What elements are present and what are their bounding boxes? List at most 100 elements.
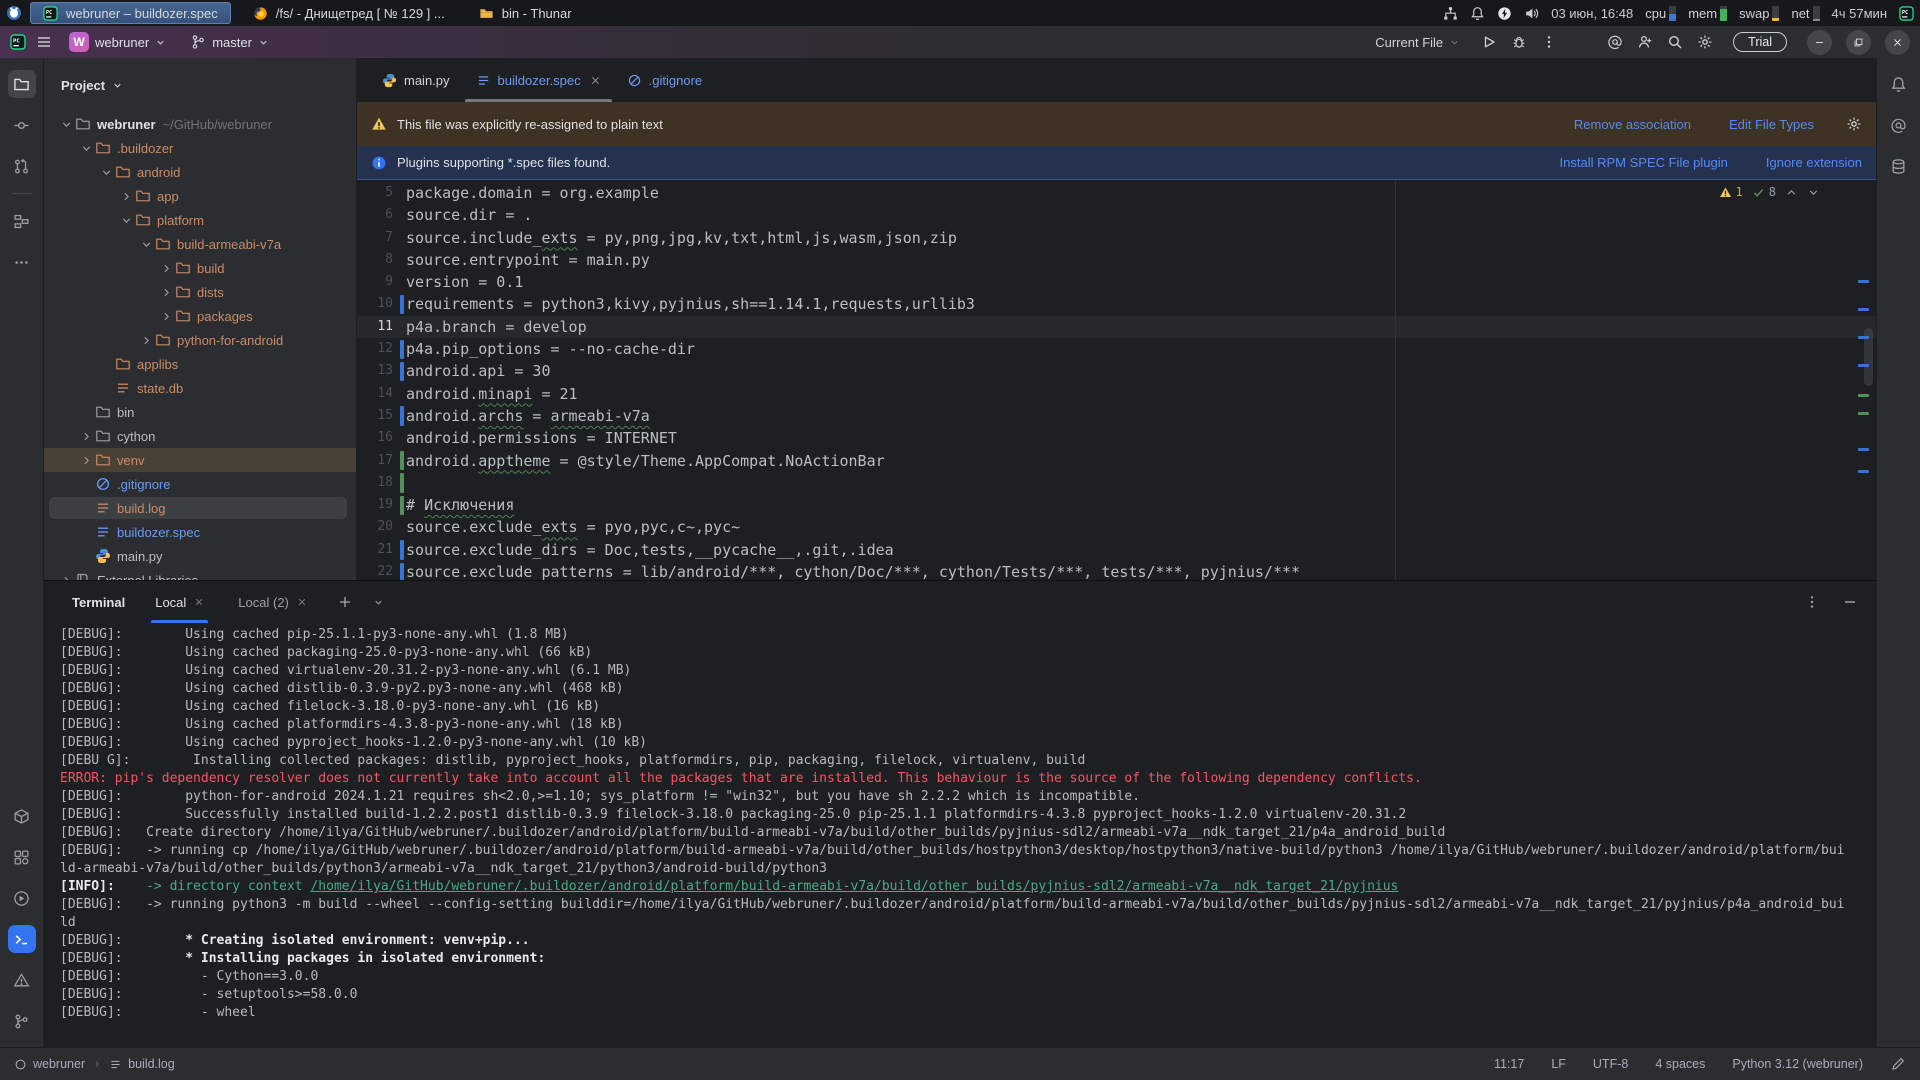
more-vertical-icon[interactable] bbox=[1541, 34, 1557, 50]
taskbar-window-button[interactable]: bin - Thunar bbox=[467, 2, 584, 24]
line-number[interactable]: 11 bbox=[357, 316, 406, 338]
tree-item-build-armeabi-v7a[interactable]: build-armeabi-v7a bbox=[44, 232, 356, 256]
close-tab-icon[interactable] bbox=[590, 75, 601, 86]
tree-item-bin[interactable]: bin bbox=[44, 400, 356, 424]
ai-assistant-icon[interactable] bbox=[1885, 111, 1913, 139]
line-number[interactable]: 8 bbox=[357, 249, 406, 271]
license-badge[interactable]: Trial bbox=[1733, 32, 1787, 52]
chevron-down-icon[interactable] bbox=[138, 238, 155, 251]
ignore-extension-link[interactable]: Ignore extension bbox=[1766, 155, 1862, 170]
more-horizontal-icon[interactable] bbox=[8, 248, 36, 276]
volume-icon[interactable] bbox=[1524, 6, 1539, 21]
notifications-icon[interactable] bbox=[1885, 70, 1913, 98]
taskbar-window-button[interactable]: /fs/ - Днищетред [ № 129 ] ... bbox=[241, 2, 457, 24]
chevron-right-icon[interactable] bbox=[78, 430, 95, 443]
python-console-icon[interactable] bbox=[8, 884, 36, 912]
breadcrumb-webruner[interactable]: webruner bbox=[14, 1057, 85, 1071]
tree-item-state.db[interactable]: state.db bbox=[44, 376, 356, 400]
window-close-icon[interactable] bbox=[1885, 30, 1910, 55]
pencil-icon[interactable] bbox=[1890, 1056, 1906, 1072]
line-number[interactable]: 17 bbox=[357, 450, 406, 472]
tree-item-build[interactable]: build bbox=[44, 256, 356, 280]
tree-item-app[interactable]: app bbox=[44, 184, 356, 208]
hamburger-menu-icon[interactable] bbox=[36, 34, 52, 50]
terminal-icon[interactable] bbox=[8, 925, 36, 953]
tree-item-.gitignore[interactable]: .gitignore bbox=[44, 472, 356, 496]
line-number[interactable]: 13 bbox=[357, 360, 406, 382]
app-menu-icon[interactable] bbox=[6, 5, 22, 21]
pull-requests-icon[interactable] bbox=[8, 152, 36, 180]
more-vertical-icon[interactable] bbox=[1804, 594, 1820, 610]
editor-tab-.gitignore[interactable]: .gitignore bbox=[614, 58, 715, 102]
terminal-tab-Local (2)[interactable]: Local (2) bbox=[234, 581, 311, 623]
status-item[interactable]: Python 3.12 (webruner) bbox=[1732, 1057, 1863, 1071]
editor-tab-main.py[interactable]: main.py bbox=[369, 58, 463, 102]
window-minimize-icon[interactable] bbox=[1807, 30, 1832, 55]
tree-item-External Libraries[interactable]: External Libraries bbox=[44, 568, 356, 580]
tree-item-webruner[interactable]: webruner~/GitHub/webruner bbox=[44, 112, 356, 136]
status-item[interactable]: UTF-8 bbox=[1593, 1057, 1628, 1071]
line-number[interactable]: 5 bbox=[357, 182, 406, 204]
chevron-down-icon[interactable] bbox=[58, 118, 75, 131]
editor-tab-buildozer.spec[interactable]: buildozer.spec bbox=[463, 58, 614, 102]
line-number[interactable]: 18 bbox=[357, 472, 406, 494]
tree-item-platform[interactable]: platform bbox=[44, 208, 356, 232]
edit-file-types-link[interactable]: Edit File Types bbox=[1729, 117, 1814, 132]
run-config-selector[interactable]: Current File bbox=[1368, 32, 1467, 53]
window-maximize-icon[interactable] bbox=[1846, 30, 1871, 55]
remove-association-link[interactable]: Remove association bbox=[1574, 117, 1691, 132]
project-panel-header[interactable]: Project bbox=[44, 58, 356, 112]
status-item[interactable]: 11:17 bbox=[1494, 1057, 1524, 1071]
branch-widget[interactable]: master bbox=[183, 31, 276, 53]
plus-icon[interactable] bbox=[337, 594, 353, 610]
project-widget[interactable]: W webruner bbox=[62, 29, 173, 55]
network-icon[interactable] bbox=[1443, 6, 1458, 21]
tree-item-python-for-android[interactable]: python-for-android bbox=[44, 328, 356, 352]
tree-item-cython[interactable]: cython bbox=[44, 424, 356, 448]
line-number[interactable]: 10 bbox=[357, 293, 406, 315]
status-item[interactable]: 4 spaces bbox=[1655, 1057, 1705, 1071]
line-number[interactable]: 9 bbox=[357, 271, 406, 293]
chevron-right-icon[interactable] bbox=[78, 454, 95, 467]
project-folder-icon[interactable] bbox=[8, 70, 36, 98]
code-with-me-icon[interactable] bbox=[1637, 34, 1653, 50]
gear-icon[interactable] bbox=[1846, 116, 1862, 132]
code-editor[interactable]: 1 8 5package.domain = org.example6source… bbox=[357, 180, 1876, 580]
breadcrumb-build.log[interactable]: build.log bbox=[109, 1057, 175, 1071]
tree-item-android[interactable]: android bbox=[44, 160, 356, 184]
install-plugin-link[interactable]: Install RPM SPEC File plugin bbox=[1560, 155, 1728, 170]
chevron-right-icon[interactable] bbox=[58, 574, 75, 581]
chevron-down-icon[interactable] bbox=[118, 214, 135, 227]
tree-item-buildozer.spec[interactable]: buildozer.spec bbox=[44, 520, 356, 544]
tree-item-packages[interactable]: packages bbox=[44, 304, 356, 328]
chevron-down-icon[interactable] bbox=[98, 166, 115, 179]
chevron-right-icon[interactable] bbox=[158, 310, 175, 323]
power-icon[interactable] bbox=[1497, 6, 1512, 21]
search-icon[interactable] bbox=[1667, 34, 1683, 50]
tree-item-dists[interactable]: dists bbox=[44, 280, 356, 304]
run-icon[interactable] bbox=[1481, 34, 1497, 50]
chevron-right-icon[interactable] bbox=[138, 334, 155, 347]
debug-icon[interactable] bbox=[1511, 34, 1527, 50]
python-packages-icon[interactable] bbox=[8, 802, 36, 830]
inspections-widget[interactable]: 1 8 bbox=[1719, 185, 1820, 199]
notifications-icon[interactable] bbox=[1470, 6, 1485, 21]
version-control-icon[interactable] bbox=[8, 1007, 36, 1035]
tree-item-venv[interactable]: venv bbox=[44, 448, 356, 472]
line-number[interactable]: 15 bbox=[357, 405, 406, 427]
terminal-tab-Local[interactable]: Local bbox=[151, 581, 208, 623]
line-number[interactable]: 21 bbox=[357, 539, 406, 561]
chevron-down-icon[interactable] bbox=[1807, 186, 1820, 199]
tree-item-applibs[interactable]: applibs bbox=[44, 352, 356, 376]
close-tab-icon[interactable] bbox=[194, 597, 204, 607]
chevron-down-icon[interactable] bbox=[78, 142, 95, 155]
gear-icon[interactable] bbox=[1697, 34, 1713, 50]
chevron-up-icon[interactable] bbox=[1785, 186, 1798, 199]
line-number[interactable]: 19 bbox=[357, 494, 406, 516]
chevron-right-icon[interactable] bbox=[118, 190, 135, 203]
line-number[interactable]: 14 bbox=[357, 383, 406, 405]
problems-icon[interactable] bbox=[8, 966, 36, 994]
line-number[interactable]: 20 bbox=[357, 516, 406, 538]
terminal-output[interactable]: [DEBUG]: Using cached pip-25.1.1-py3-non… bbox=[44, 623, 1876, 1047]
chevron-right-icon[interactable] bbox=[158, 286, 175, 299]
